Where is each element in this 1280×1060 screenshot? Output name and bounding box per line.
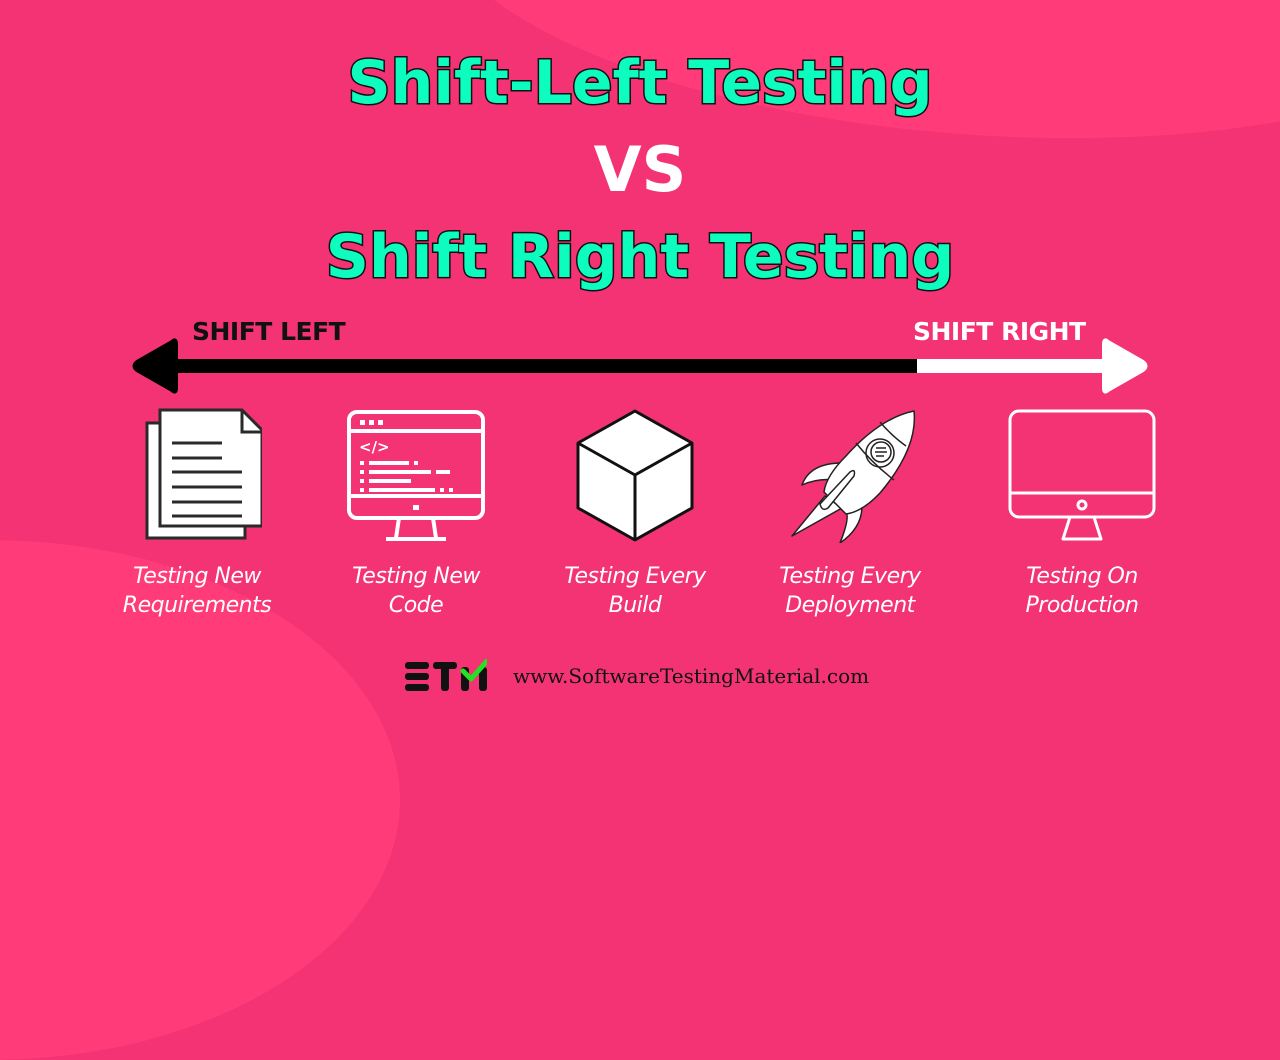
arrow-head-left-icon xyxy=(132,338,178,394)
svg-text:</>: </> xyxy=(359,438,390,456)
stage-caption-line1: Testing New xyxy=(352,564,480,589)
title-shift-right: Shift Right Testing xyxy=(324,221,955,294)
title-shift-left: Shift-Left Testing xyxy=(346,47,934,120)
stage-every-deployment: Testing Every Deployment xyxy=(740,408,960,620)
documents-icon xyxy=(145,408,262,540)
cube-icon xyxy=(576,409,694,542)
stage-caption-line2: Production xyxy=(1025,593,1139,618)
stage-caption-line1: Testing On xyxy=(1026,564,1138,589)
stm-logo-icon xyxy=(405,659,487,691)
code-monitor-icon: </> xyxy=(347,410,485,541)
stage-new-code: </> Testing New Code xyxy=(306,408,526,620)
stage-caption-line2: Code xyxy=(388,593,444,618)
stage-every-build: Testing Every Build xyxy=(525,408,745,620)
arrow-head-right-icon xyxy=(1102,338,1148,394)
stage-caption-line2: Deployment xyxy=(785,593,915,618)
rocket-icon xyxy=(791,410,916,543)
stage-caption-line1: Testing Every xyxy=(779,564,921,589)
stage-caption-line1: Testing New xyxy=(133,564,261,589)
stage-on-production: Testing On Production xyxy=(972,408,1192,620)
stage-caption-line1: Testing Every xyxy=(564,564,706,589)
arrow-bar-right xyxy=(917,359,1117,373)
arrow-bar-left xyxy=(160,359,918,373)
monitor-icon xyxy=(1008,409,1156,541)
title-vs: VS xyxy=(593,133,687,206)
stage-caption-line2: Requirements xyxy=(122,593,272,618)
footer: www.SoftwareTestingMaterial.com xyxy=(405,656,869,696)
shift-arrow xyxy=(132,338,1148,394)
stage-caption-line2: Build xyxy=(608,593,662,618)
website-url[interactable]: www.SoftwareTestingMaterial.com xyxy=(513,664,869,688)
stage-new-requirements: Testing New Requirements xyxy=(87,408,307,620)
